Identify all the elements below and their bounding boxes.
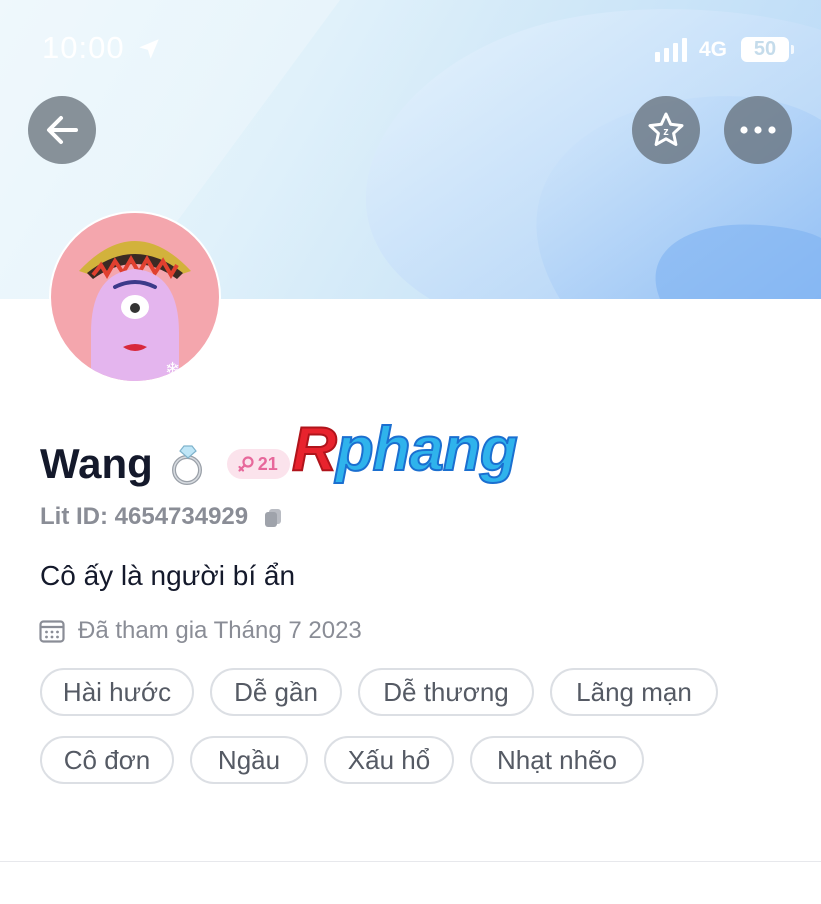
joined-date: Đã tham gia Tháng 7 2023 bbox=[78, 617, 362, 644]
tag-chip[interactable]: Lãng mạn bbox=[550, 668, 718, 716]
age-label: 21 bbox=[257, 453, 278, 474]
tag-chip[interactable]: Dễ thương bbox=[358, 668, 534, 716]
tag-chip[interactable]: Hài hước bbox=[40, 668, 194, 716]
profile-bio: Cô ấy là người bí ẩn bbox=[40, 560, 296, 591]
location-arrow-icon bbox=[139, 39, 159, 59]
favorite-button[interactable]: z bbox=[632, 96, 700, 164]
network-type: 4G bbox=[699, 38, 728, 61]
watermark-logo: Rphang bbox=[291, 414, 519, 485]
joined-row: Đã tham gia Tháng 7 2023 bbox=[38, 617, 362, 645]
avatar-image: ❄ bbox=[51, 213, 219, 381]
svg-text:z: z bbox=[663, 126, 669, 138]
battery-indicator: 50 bbox=[741, 37, 789, 62]
avatar[interactable]: ❄ bbox=[49, 211, 221, 383]
more-options-button[interactable] bbox=[724, 96, 792, 164]
lit-id-row: Lit ID: 4654734929 bbox=[40, 503, 284, 531]
profile-name-row: Wang 21 bbox=[40, 436, 290, 492]
calendar-icon bbox=[39, 620, 65, 643]
tag-chip[interactable]: Dễ gần bbox=[210, 668, 342, 716]
female-icon bbox=[238, 456, 254, 472]
diamond-ring-icon bbox=[171, 445, 202, 485]
profile-name: Wang bbox=[40, 440, 153, 487]
watermark-rest: phang bbox=[335, 414, 519, 485]
arrow-left-icon bbox=[47, 116, 78, 144]
more-dots-icon bbox=[740, 126, 776, 134]
watermark-first: R bbox=[291, 414, 338, 485]
star-icon: z bbox=[648, 112, 684, 146]
section-divider bbox=[0, 861, 821, 862]
battery-tip bbox=[791, 45, 794, 54]
gender-age-badge: 21 bbox=[226, 449, 290, 479]
tag-chip[interactable]: Cô đơn bbox=[40, 736, 174, 784]
back-button[interactable] bbox=[28, 96, 96, 164]
status-bar: 10:00 4G 50 bbox=[0, 0, 821, 90]
status-time: 10:00 bbox=[42, 30, 125, 65]
copy-icon[interactable] bbox=[262, 506, 284, 528]
tag-chip[interactable]: Nhạt nhẽo bbox=[470, 736, 644, 784]
lit-id: Lit ID: 4654734929 bbox=[40, 503, 249, 530]
signal-icon bbox=[655, 38, 687, 62]
tag-chip[interactable]: Xấu hổ bbox=[324, 736, 454, 784]
svg-text:❄: ❄ bbox=[165, 359, 180, 380]
tag-chip[interactable]: Ngầu bbox=[190, 736, 308, 784]
